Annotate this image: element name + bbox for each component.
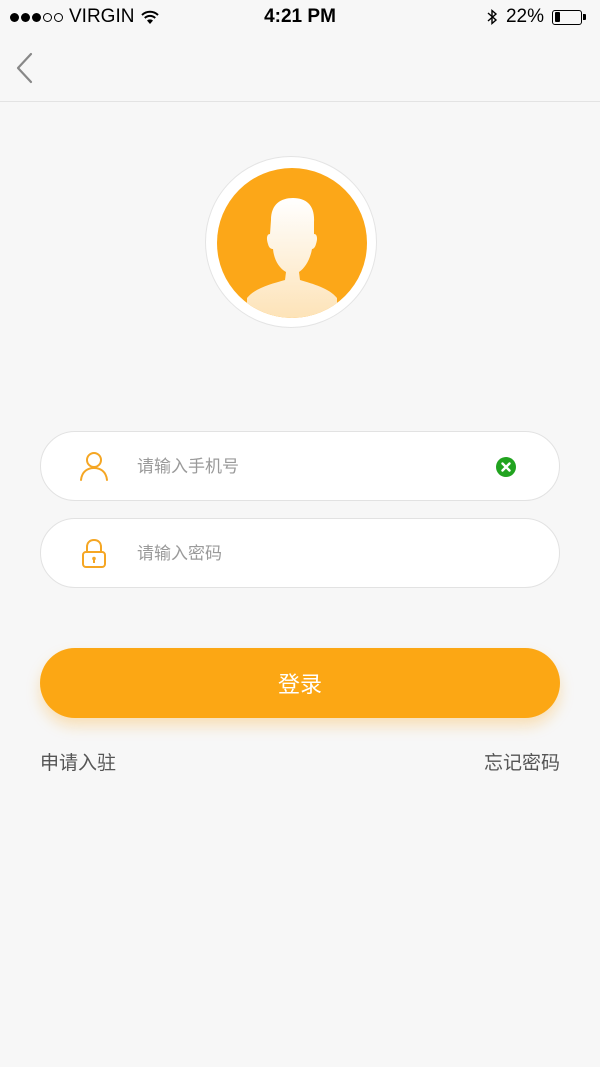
lock-icon bbox=[82, 538, 106, 568]
clear-circle-icon[interactable] bbox=[496, 457, 516, 477]
clear-x-icon bbox=[501, 462, 511, 472]
forgot-password-link[interactable]: 忘记密码 bbox=[484, 748, 560, 775]
password-field bbox=[40, 518, 560, 588]
battery-percent: 22% bbox=[505, 6, 544, 27]
bluetooth-icon bbox=[487, 8, 498, 26]
user-silhouette-icon bbox=[247, 198, 337, 318]
status-bar: VIRGIN 4:21 PM 22% bbox=[0, 0, 600, 34]
user-icon bbox=[80, 452, 108, 481]
battery-body bbox=[552, 9, 582, 25]
status-right: 22% bbox=[486, 6, 586, 28]
apply-link[interactable]: 申请入驻 bbox=[40, 748, 116, 775]
phone-field bbox=[40, 431, 560, 501]
avatar-ring bbox=[205, 156, 377, 328]
login-button[interactable]: 登录 bbox=[40, 648, 560, 718]
battery-icon bbox=[552, 9, 586, 25]
phone-input[interactable] bbox=[137, 450, 479, 484]
nav-bar bbox=[0, 34, 600, 102]
battery-cap bbox=[583, 14, 586, 20]
chevron-left-icon[interactable] bbox=[12, 50, 38, 86]
avatar bbox=[217, 168, 367, 318]
password-input[interactable] bbox=[137, 537, 479, 571]
battery-fill bbox=[554, 12, 560, 22]
